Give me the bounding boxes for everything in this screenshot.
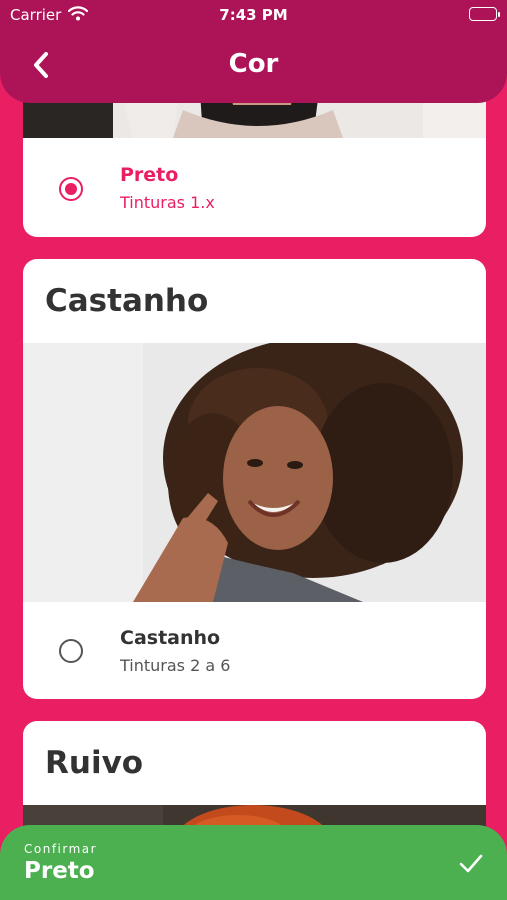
check-icon[interactable]	[457, 849, 485, 877]
confirm-label: Confirmar	[24, 842, 98, 856]
option-row-preto[interactable]: Preto Tinturas 1.x	[23, 142, 486, 237]
option-subtitle: Tinturas 1.x	[120, 193, 215, 212]
status-bar: Carrier 7:43 PM	[0, 0, 507, 30]
option-row-castanho[interactable]: Castanho Tinturas 2 a 6	[23, 604, 486, 699]
option-subtitle: Tinturas 2 a 6	[120, 656, 231, 675]
battery-icon	[469, 7, 500, 21]
confirm-value: Preto	[24, 858, 95, 884]
radio-unselected[interactable]	[59, 639, 83, 663]
option-name: Preto	[120, 164, 179, 186]
status-time: 7:43 PM	[219, 6, 288, 24]
option-name: Castanho	[120, 627, 221, 649]
castanho-photo	[23, 343, 486, 602]
page-title: Cor	[228, 49, 279, 79]
radio-selected[interactable]	[59, 177, 83, 201]
option-card-castanho[interactable]: Castanho Castanho Tinturas 2 a 6	[23, 259, 486, 699]
card-title: Ruivo	[45, 745, 144, 781]
card-title: Castanho	[45, 283, 209, 319]
confirm-bar[interactable]: Confirmar Preto	[0, 825, 507, 900]
app-header: Carrier 7:43 PM Cor	[0, 0, 507, 103]
